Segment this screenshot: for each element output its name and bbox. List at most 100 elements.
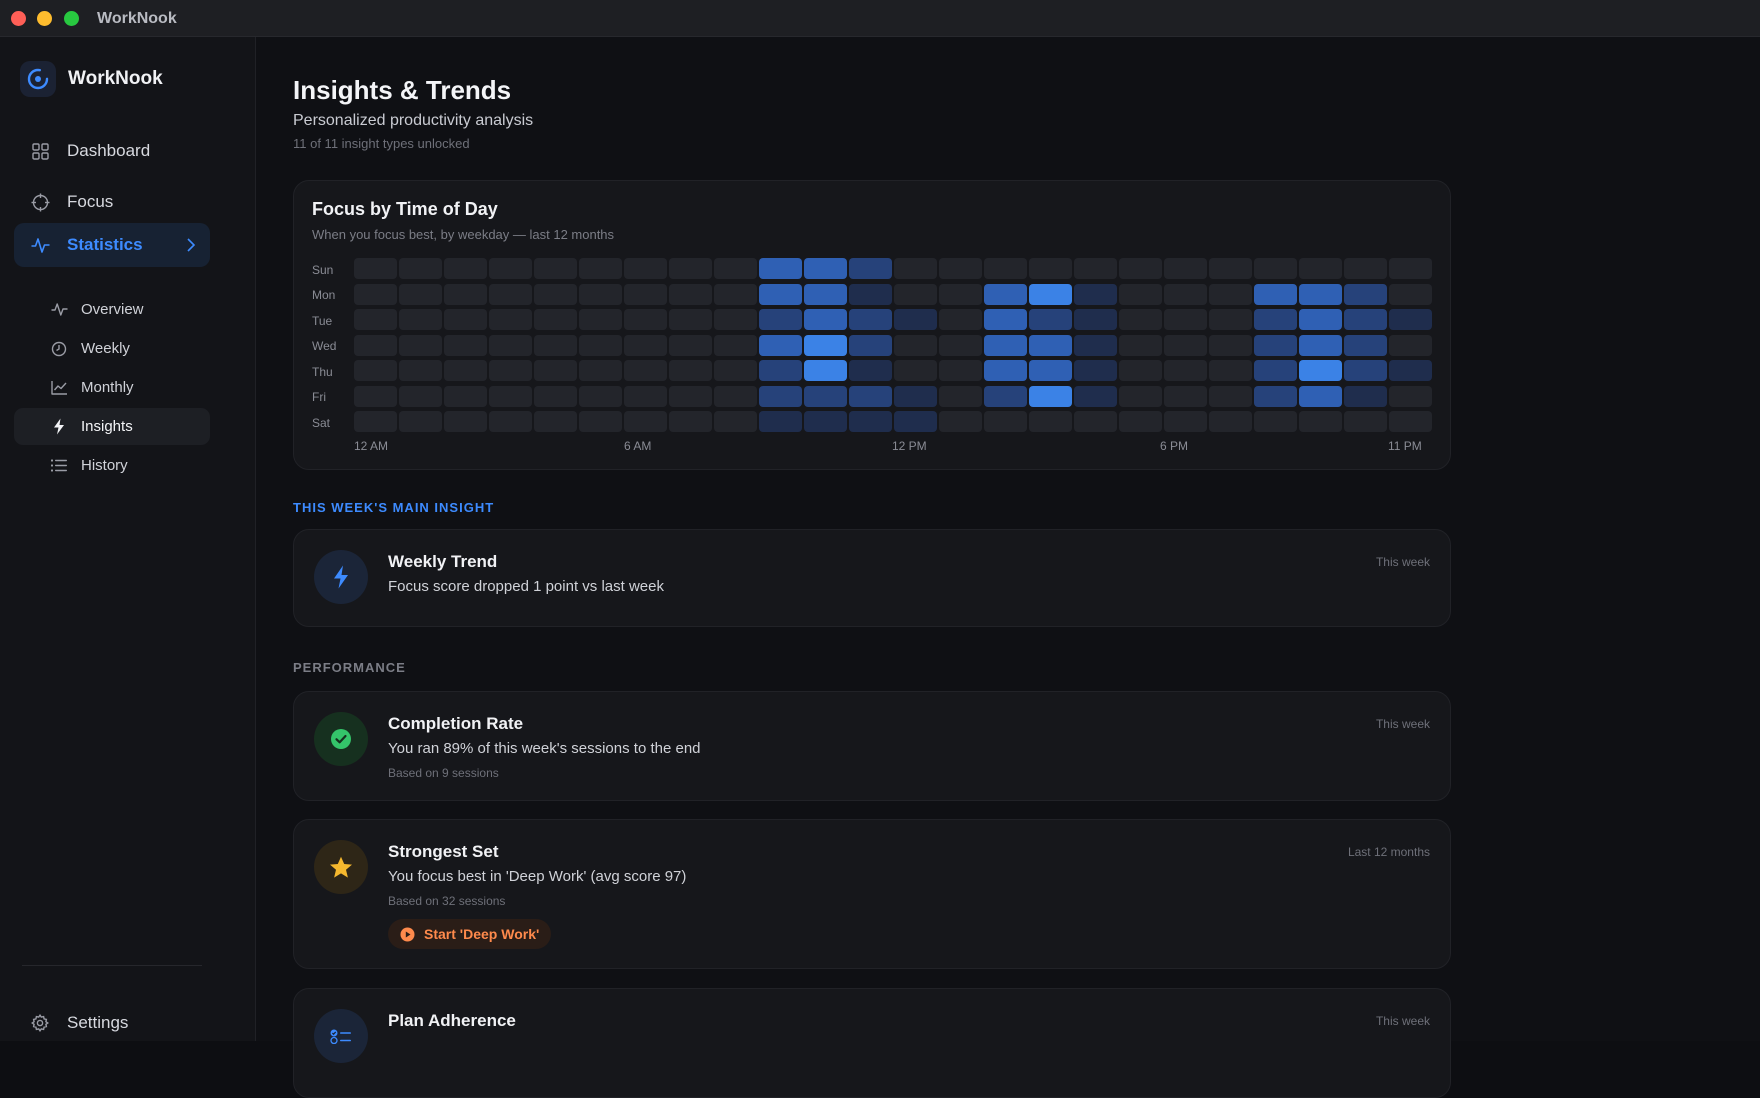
heatmap-cell[interactable] [984, 258, 1027, 279]
heatmap-cell[interactable] [849, 334, 892, 356]
heatmap-cell[interactable] [1344, 411, 1387, 432]
heatmap-cell[interactable] [849, 385, 892, 407]
heatmap-cell[interactable] [489, 360, 532, 381]
heatmap-cell[interactable] [1299, 283, 1342, 305]
heatmap-cell[interactable] [1029, 258, 1072, 279]
heatmap-cell[interactable] [1299, 334, 1342, 356]
heatmap-cell[interactable] [984, 309, 1027, 330]
heatmap-cell[interactable] [354, 283, 397, 305]
heatmap-cell[interactable] [1299, 411, 1342, 432]
heatmap-cell[interactable] [939, 385, 982, 407]
heatmap-cell[interactable] [1074, 283, 1117, 305]
heatmap-cell[interactable] [984, 283, 1027, 305]
heatmap-cell[interactable] [759, 309, 802, 330]
heatmap-cell[interactable] [489, 385, 532, 407]
heatmap-cell[interactable] [759, 411, 802, 432]
heatmap-cell[interactable] [1074, 258, 1117, 279]
heatmap-cell[interactable] [759, 334, 802, 356]
heatmap-cell[interactable] [1164, 334, 1207, 356]
heatmap-cell[interactable] [489, 258, 532, 279]
heatmap-cell[interactable] [534, 411, 577, 432]
heatmap-cell[interactable] [714, 334, 757, 356]
heatmap-cell[interactable] [669, 385, 712, 407]
heatmap-cell[interactable] [579, 411, 622, 432]
heatmap-cell[interactable] [804, 334, 847, 356]
heatmap-cell[interactable] [939, 258, 982, 279]
heatmap-cell[interactable] [1209, 309, 1252, 330]
heatmap-cell[interactable] [759, 258, 802, 279]
heatmap-cell[interactable] [714, 283, 757, 305]
heatmap-cell[interactable] [1254, 258, 1297, 279]
heatmap-cell[interactable] [579, 258, 622, 279]
heatmap-cell[interactable] [354, 334, 397, 356]
heatmap-cell[interactable] [579, 309, 622, 330]
heatmap-cell[interactable] [1119, 258, 1162, 279]
heatmap-cell[interactable] [444, 283, 487, 305]
heatmap-cell[interactable] [669, 309, 712, 330]
heatmap-cell[interactable] [399, 385, 442, 407]
heatmap-cell[interactable] [984, 411, 1027, 432]
heatmap-cell[interactable] [1209, 360, 1252, 381]
heatmap-cell[interactable] [1119, 309, 1162, 330]
heatmap-cell[interactable] [804, 258, 847, 279]
heatmap-cell[interactable] [894, 385, 937, 407]
heatmap-cell[interactable] [1299, 258, 1342, 279]
heatmap-cell[interactable] [984, 360, 1027, 381]
heatmap-cell[interactable] [1074, 360, 1117, 381]
heatmap-cell[interactable] [1164, 360, 1207, 381]
heatmap-cell[interactable] [1164, 309, 1207, 330]
heatmap-cell[interactable] [894, 258, 937, 279]
heatmap-cell[interactable] [624, 385, 667, 407]
heatmap-cell[interactable] [444, 258, 487, 279]
heatmap-cell[interactable] [489, 411, 532, 432]
sidebar-item-dashboard[interactable]: Dashboard [14, 129, 210, 173]
heatmap-cell[interactable] [1299, 385, 1342, 407]
heatmap-cell[interactable] [849, 411, 892, 432]
heatmap-cell[interactable] [1344, 334, 1387, 356]
heatmap-cell[interactable] [1344, 385, 1387, 407]
heatmap-cell[interactable] [534, 385, 577, 407]
heatmap-cell[interactable] [399, 411, 442, 432]
heatmap-cell[interactable] [1389, 360, 1432, 381]
sidebar-subitem-overview[interactable]: Overview [14, 291, 210, 328]
heatmap-cell[interactable] [984, 334, 1027, 356]
heatmap-cell[interactable] [1029, 360, 1072, 381]
heatmap-cell[interactable] [714, 360, 757, 381]
heatmap-cell[interactable] [849, 258, 892, 279]
minimize-window-button[interactable] [37, 11, 52, 26]
heatmap-cell[interactable] [1164, 283, 1207, 305]
heatmap-cell[interactable] [714, 258, 757, 279]
maximize-window-button[interactable] [64, 11, 79, 26]
heatmap-cell[interactable] [1029, 283, 1072, 305]
heatmap-cell[interactable] [804, 283, 847, 305]
heatmap-cell[interactable] [1389, 283, 1432, 305]
start-deep-work-button[interactable]: Start 'Deep Work' [388, 919, 552, 949]
heatmap-cell[interactable] [579, 385, 622, 407]
heatmap-cell[interactable] [669, 360, 712, 381]
heatmap-cell[interactable] [939, 360, 982, 381]
heatmap-cell[interactable] [894, 283, 937, 305]
heatmap-cell[interactable] [399, 334, 442, 356]
heatmap-cell[interactable] [1074, 385, 1117, 407]
heatmap-cell[interactable] [1299, 360, 1342, 381]
heatmap-cell[interactable] [669, 258, 712, 279]
heatmap-cell[interactable] [1209, 385, 1252, 407]
heatmap-cell[interactable] [399, 283, 442, 305]
heatmap-cell[interactable] [1254, 334, 1297, 356]
sidebar-subitem-insights[interactable]: Insights [14, 408, 210, 445]
heatmap-cell[interactable] [1119, 283, 1162, 305]
heatmap-cell[interactable] [849, 283, 892, 305]
heatmap-cell[interactable] [354, 385, 397, 407]
heatmap-cell[interactable] [354, 258, 397, 279]
heatmap-cell[interactable] [1389, 258, 1432, 279]
heatmap-cell[interactable] [624, 309, 667, 330]
heatmap-cell[interactable] [489, 283, 532, 305]
heatmap-cell[interactable] [1119, 411, 1162, 432]
heatmap-cell[interactable] [354, 309, 397, 330]
heatmap-cell[interactable] [714, 411, 757, 432]
brand[interactable]: WorkNook [20, 61, 163, 97]
heatmap-cell[interactable] [354, 360, 397, 381]
heatmap-cell[interactable] [399, 258, 442, 279]
heatmap-cell[interactable] [579, 334, 622, 356]
sidebar-subitem-weekly[interactable]: Weekly [14, 330, 210, 367]
